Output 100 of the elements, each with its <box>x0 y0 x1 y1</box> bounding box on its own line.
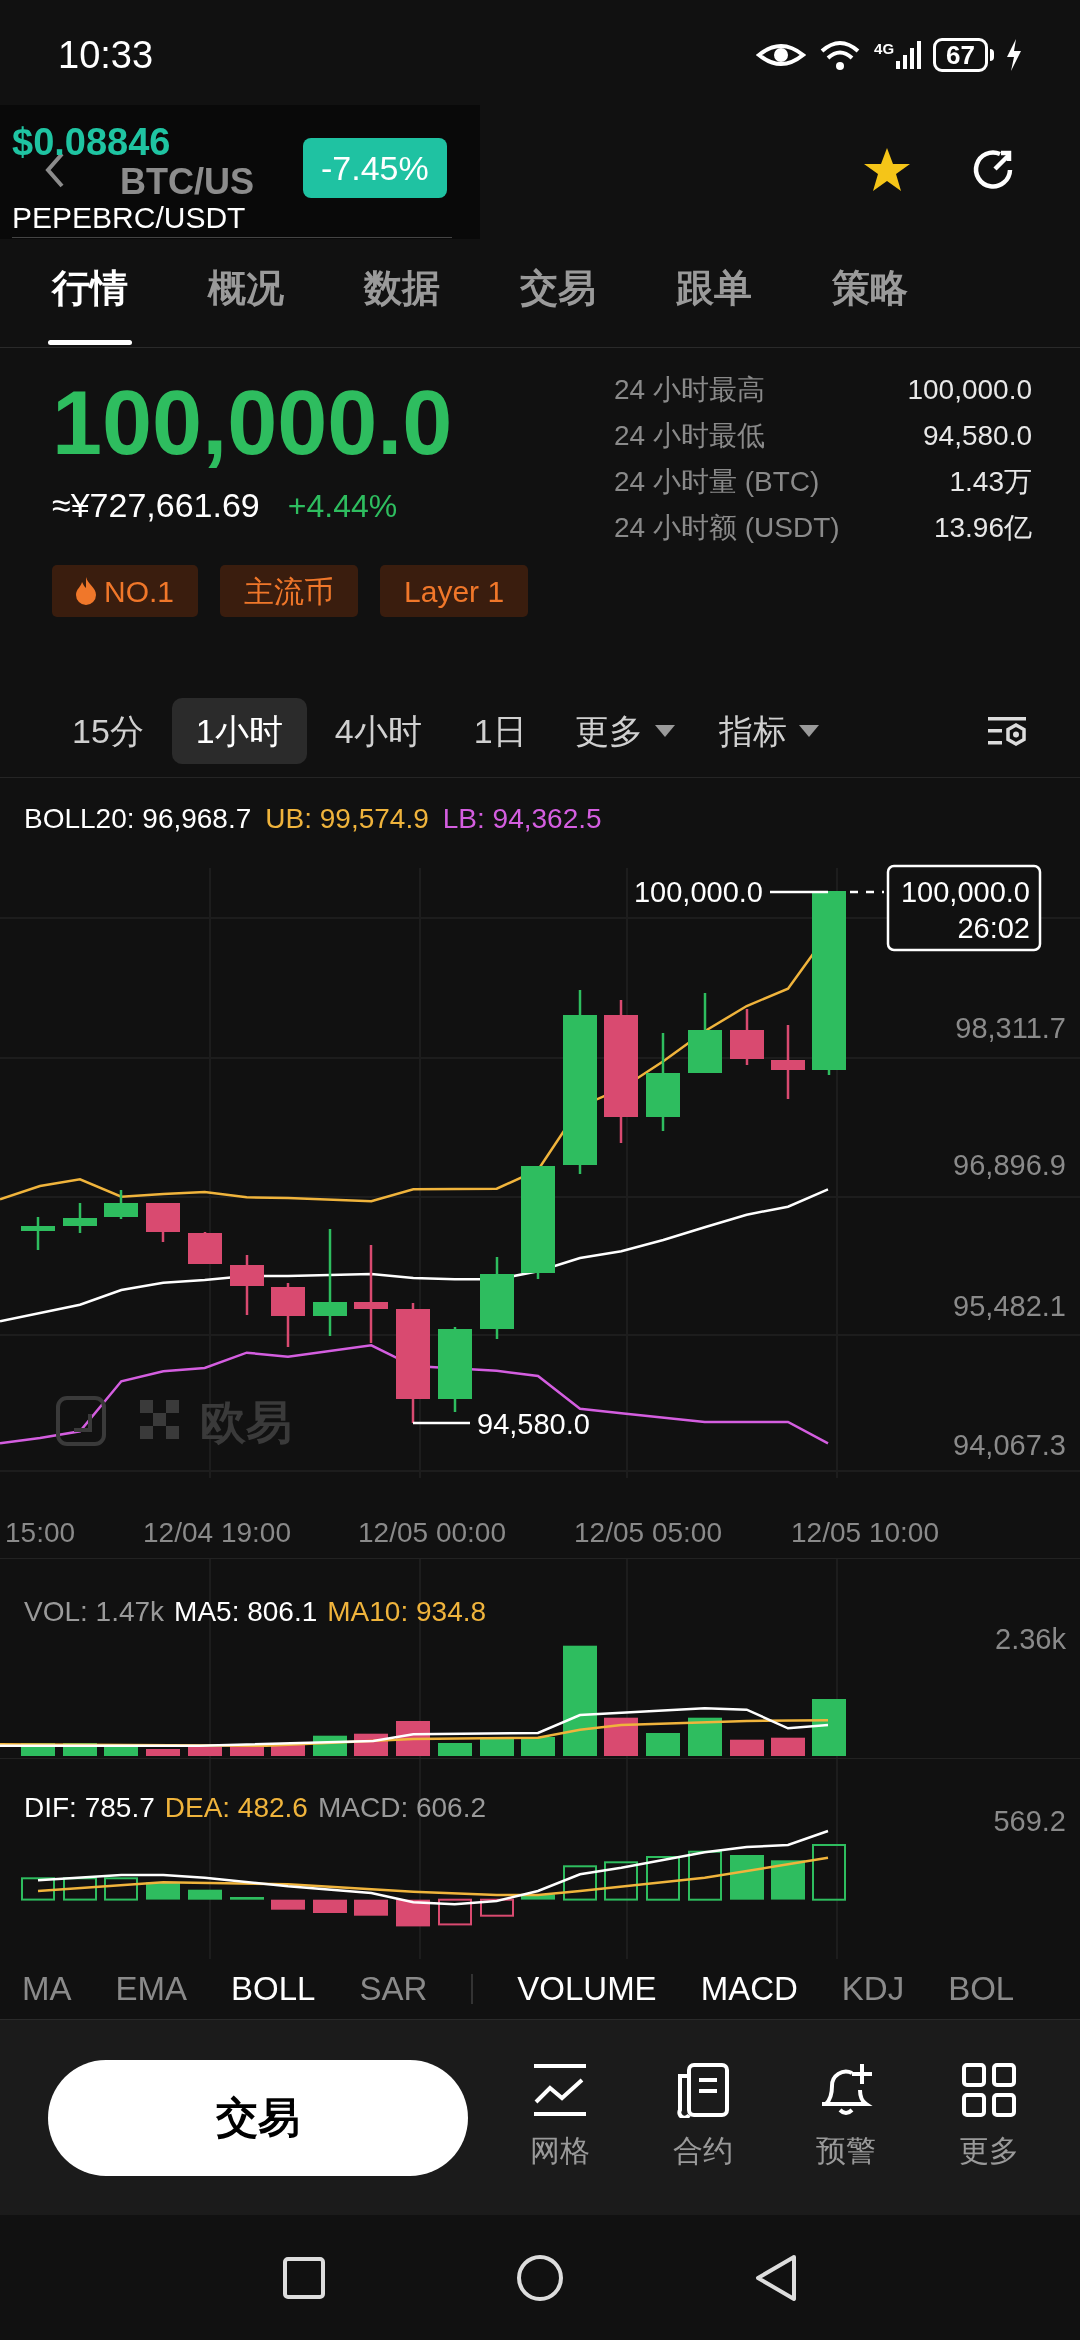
candlestick <box>146 1203 180 1242</box>
indicator-tab[interactable]: VOLUME <box>517 1972 657 2005</box>
tag-label: 主流币 <box>244 573 335 610</box>
price-axis-label: 96,896.9 <box>953 1149 1066 1181</box>
macd-bar <box>730 1855 764 1900</box>
time-axis-label: 12/05 10:00 <box>791 1517 939 1548</box>
macd-bar <box>604 1861 638 1901</box>
macd-bar <box>21 1877 55 1901</box>
pair-title: BTC/US <box>120 164 254 200</box>
trade-button[interactable]: 交易 <box>48 2059 468 2176</box>
candlestick <box>63 1203 97 1233</box>
high-price-label: 100,000.0 <box>634 876 763 908</box>
macd-bar <box>771 1860 805 1900</box>
volume-bar <box>646 1733 680 1756</box>
legend-item: MACD: 606.2 <box>317 1791 486 1825</box>
price-axis-label: 95,482.1 <box>953 1290 1066 1322</box>
indicator-tab[interactable]: SAR <box>359 1972 428 2005</box>
volume-bar <box>438 1743 472 1756</box>
dropdown-menu[interactable]: 更多 <box>554 698 695 764</box>
document-icon <box>674 2062 731 2118</box>
change-badge: -7.45% <box>303 138 447 198</box>
tab[interactable]: 交易 <box>480 230 636 347</box>
legend-item: DIF: 785.7 <box>24 1791 155 1825</box>
network-type: 4G <box>874 41 895 56</box>
logo-watermark-icon <box>56 1396 179 1446</box>
legend-item: UB: 99,574.9 <box>265 802 429 836</box>
toolbar-button[interactable]: 预警 <box>815 2062 876 2173</box>
tag-label: Layer 1 <box>404 573 505 610</box>
toolbar-button[interactable]: 网格 <box>529 2062 590 2173</box>
macd-bar <box>563 1865 597 1901</box>
interval-tab[interactable]: 4小时 <box>310 698 446 764</box>
legend-item: BOLL20: 96,968.7 <box>24 802 252 836</box>
volume-bar <box>146 1749 180 1756</box>
volume-bar <box>730 1739 764 1756</box>
macd-bar <box>354 1899 388 1916</box>
floating-pair: PEPEBRC/USDT <box>12 203 246 233</box>
dropdown-menu[interactable]: 指标 <box>698 698 839 764</box>
candlestick <box>271 1283 305 1347</box>
indicator-tab[interactable]: BOL <box>948 1972 1015 2005</box>
back-icon[interactable] <box>754 2253 798 2302</box>
legend-item: VOL: 1.47k <box>24 1595 165 1629</box>
volume-bar <box>104 1745 138 1756</box>
grid-trading-icon <box>531 2062 588 2118</box>
interval-tab[interactable]: 1日 <box>449 698 551 764</box>
four-squares-icon <box>960 2062 1017 2118</box>
signal-icon <box>896 41 922 69</box>
indicator-tab[interactable]: BOLL <box>231 1972 316 2005</box>
status-time: 10:33 <box>58 32 154 78</box>
stat-label: 24 小时额 (USDT) <box>614 511 840 545</box>
legend-item: DEA: 482.6 <box>164 1791 308 1825</box>
indicator-tab[interactable]: MACD <box>700 1972 798 2005</box>
star-icon[interactable] <box>862 146 912 194</box>
last-price: 100,000.0 <box>52 372 454 475</box>
candlestick <box>230 1255 264 1315</box>
time-axis-label: 12/04 19:00 <box>143 1517 291 1548</box>
stat-value: 94,580.0 <box>923 419 1032 453</box>
stat-label: 24 小时最低 <box>614 419 765 453</box>
indicator-tab[interactable]: KDJ <box>841 1972 905 2005</box>
macd-bar <box>230 1897 264 1900</box>
macd-axis-label: 569.2 <box>993 1805 1066 1837</box>
volume-bar <box>604 1717 638 1756</box>
home-icon[interactable] <box>516 2253 564 2302</box>
interval-tab[interactable]: 1小时 <box>171 698 307 764</box>
price-axis-label: 94,067.3 <box>953 1429 1066 1461</box>
recents-icon[interactable] <box>282 2255 326 2300</box>
volume-axis-label: 2.36k <box>995 1623 1066 1655</box>
battery-level: 67 <box>933 38 988 72</box>
price-axis-label: 98,311.7 <box>955 1012 1066 1044</box>
macd-bar <box>480 1898 514 1917</box>
volume-bar <box>812 1699 846 1756</box>
legend-item: MA10: 934.8 <box>327 1595 487 1629</box>
charging-icon <box>1006 39 1022 71</box>
indicator-tab[interactable]: MA <box>22 1972 72 2005</box>
cny-price: ≈¥727,661.69 <box>52 485 260 526</box>
time-axis-label: 12/05 00:00 <box>358 1517 506 1548</box>
volume-bar <box>771 1737 805 1756</box>
floating-price: $0.08846 <box>12 123 171 161</box>
tab[interactable]: 跟单 <box>636 230 792 347</box>
volume-bar <box>688 1717 722 1756</box>
macd-bar <box>688 1850 722 1901</box>
legend-item: LB: 94,362.5 <box>442 802 602 836</box>
stat-label: 24 小时量 (BTC) <box>614 465 820 499</box>
stat-value: 13.96亿 <box>933 511 1032 545</box>
macd-bar <box>271 1899 305 1910</box>
stat-value: 1.43万 <box>949 465 1032 499</box>
tab[interactable]: 策略 <box>792 230 948 347</box>
macd-bar <box>438 1898 472 1926</box>
current-price-box: 100,000.0 26:02 <box>886 864 1042 952</box>
volume-bar <box>188 1747 222 1756</box>
low-price-label: 94,580.0 <box>477 1408 590 1440</box>
macd-bar <box>63 1877 97 1901</box>
stat-label: 24 小时最高 <box>614 373 765 407</box>
candlestick <box>21 1217 55 1250</box>
macd-bar <box>812 1844 846 1901</box>
toolbar-button[interactable]: 合约 <box>672 2062 733 2173</box>
interval-tab[interactable]: 15分 <box>48 698 168 764</box>
price-change: +4.44% <box>287 486 398 526</box>
volume-bar <box>521 1737 555 1756</box>
indicator-tab[interactable]: EMA <box>115 1972 187 2005</box>
toolbar-button[interactable]: 更多 <box>958 2062 1019 2173</box>
